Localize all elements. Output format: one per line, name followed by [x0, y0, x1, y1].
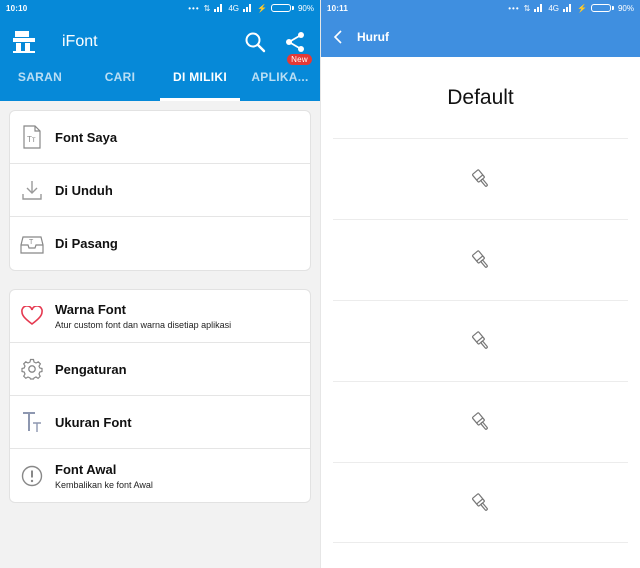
download-icon — [20, 178, 44, 202]
di-pasang-item[interactable]: T Di Pasang — [10, 217, 310, 270]
huruf-screen: 10:11 ••• ⇅ 4G ⚡ 90% Huruf Default — [320, 0, 640, 568]
signal-icon — [534, 4, 544, 12]
share-icon — [286, 32, 304, 52]
di-pasang-label: Di Pasang — [55, 236, 118, 251]
status-icons-right: ••• ⇅ 4G ⚡ 90% — [508, 4, 634, 13]
svg-text:Tт: Tт — [27, 135, 36, 144]
font-awal-subtitle: Kembalikan ke font Awal — [55, 479, 153, 490]
svg-text:T: T — [29, 239, 34, 246]
screen: 10:10 ••• ⇅ 4G ⚡ 90% iFont SARAN CARI DI… — [0, 0, 640, 568]
font-list-item[interactable] — [333, 138, 628, 219]
tab-saran[interactable]: SARAN — [0, 52, 80, 101]
app-header: 10:10 ••• ⇅ 4G ⚡ 90% iFont SARAN CARI DI… — [0, 0, 320, 101]
search-icon — [245, 32, 266, 53]
more-dots-icon: ••• — [188, 3, 200, 13]
status-icons: ••• ⇅ 4G ⚡ 90% — [188, 4, 314, 13]
battery-percent-right: 90% — [617, 3, 634, 13]
app-title: iFont — [62, 33, 98, 50]
status-time-right: 10:11 — [327, 3, 349, 13]
signal-icon-2 — [563, 4, 573, 12]
chevron-left-icon — [333, 29, 342, 44]
font-list-item[interactable] — [333, 219, 628, 300]
status-bar-right: 10:11 ••• ⇅ 4G ⚡ 90% — [321, 0, 640, 16]
brush-icon — [471, 169, 488, 187]
tab-cari[interactable]: CARI — [80, 52, 160, 101]
font-awal-label: Font Awal — [55, 461, 117, 477]
charging-icon: ⚡ — [257, 3, 267, 13]
tab-aplikasi[interactable]: APLIKA... New — [240, 52, 320, 101]
charging-icon: ⚡ — [577, 3, 587, 13]
font-saya-item[interactable]: Tт Font Saya — [10, 111, 310, 164]
data-arrows-icon: ⇅ — [203, 3, 211, 13]
battery-icon — [270, 4, 294, 12]
warna-font-label: Warna Font — [55, 302, 127, 317]
di-unduh-label: Di Unduh — [55, 182, 113, 198]
di-unduh-item[interactable]: Di Unduh — [10, 164, 310, 217]
font-list-item[interactable] — [333, 300, 628, 381]
default-font-item[interactable]: Default — [321, 57, 640, 138]
font-file-icon: Tт — [20, 125, 44, 149]
text-size-icon — [20, 410, 44, 434]
brush-icon — [471, 250, 488, 268]
font-saya-label: Font Saya — [55, 129, 118, 145]
brush-icon — [471, 331, 488, 349]
new-badge: New — [287, 54, 312, 65]
font-list-item[interactable] — [333, 462, 628, 543]
tab-bar: SARAN CARI DI MILIKI APLIKA... New — [0, 52, 320, 101]
owned-fonts-card: Tт Font Saya Di Unduh T Di Pasang — [9, 110, 311, 271]
gear-icon — [20, 357, 44, 381]
signal-icon-2 — [243, 4, 253, 12]
status-bar: 10:10 ••• ⇅ 4G ⚡ 90% — [0, 0, 320, 16]
huruf-header: Huruf — [321, 16, 640, 57]
heart-icon — [20, 304, 44, 328]
pengaturan-item[interactable]: Pengaturan — [10, 343, 310, 396]
pengaturan-label: Pengaturan — [55, 361, 127, 377]
back-button[interactable] — [333, 29, 349, 45]
battery-percent: 90% — [297, 3, 314, 13]
page-title: Huruf — [357, 29, 389, 44]
battery-icon — [590, 4, 614, 12]
brush-icon — [471, 412, 488, 430]
ukuran-font-item[interactable]: Ukuran Font — [10, 396, 310, 449]
network-type: 4G — [228, 3, 240, 13]
warna-font-subtitle: Atur custom font dan warna disetiap apli… — [55, 320, 232, 330]
font-list-item[interactable] — [333, 381, 628, 462]
install-tray-icon: T — [20, 232, 44, 256]
ukuran-font-label: Ukuran Font — [55, 414, 132, 430]
brush-icon — [471, 492, 488, 511]
more-dots-icon: ••• — [508, 3, 520, 13]
data-arrows-icon: ⇅ — [523, 3, 531, 13]
alert-icon — [20, 464, 44, 488]
font-list — [333, 138, 628, 543]
settings-card: Warna Font Atur custom font dan warna di… — [9, 289, 311, 503]
signal-icon — [214, 4, 224, 12]
status-time: 10:10 — [6, 3, 28, 13]
tab-di-miliki[interactable]: DI MILIKI — [160, 52, 240, 101]
warna-font-item[interactable]: Warna Font Atur custom font dan warna di… — [10, 290, 310, 343]
font-awal-item[interactable]: Font Awal Kembalikan ke font Awal — [10, 449, 310, 502]
ifont-screen: 10:10 ••• ⇅ 4G ⚡ 90% iFont SARAN CARI DI… — [0, 0, 320, 568]
network-type-right: 4G — [548, 3, 560, 13]
